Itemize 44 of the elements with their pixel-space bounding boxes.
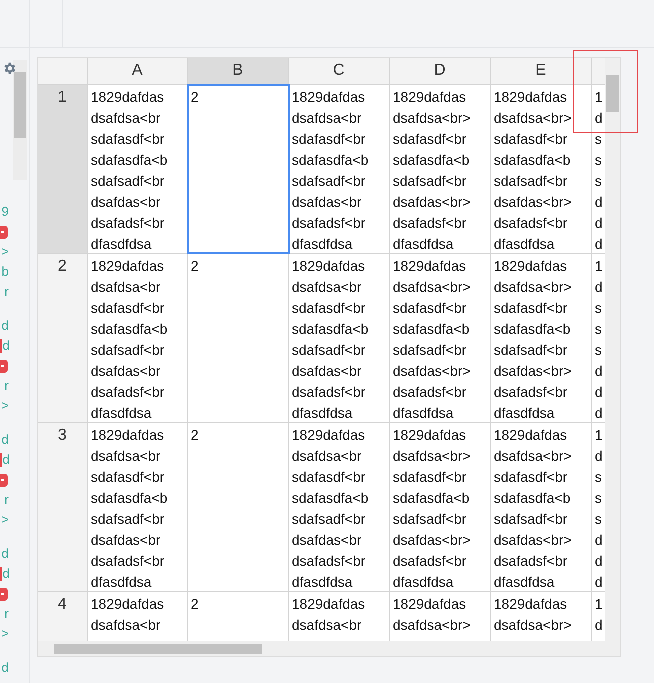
sidebar-text: d bbox=[0, 431, 10, 449]
table-cell[interactable]: 1829dafdas dsafdsa<br sdafasdf<br sdafasdfa<b sdafsadf<br dsafdas<br dsafadsf<br dfasdfdsa bbox=[289, 85, 390, 253]
row-header[interactable]: 1 bbox=[38, 85, 88, 253]
sidebar-text: r bbox=[4, 491, 10, 509]
table-cell[interactable]: 1829dafdas dsafdsa<br> sdafasdf<br sdafasdfa<b sdafsadf<br dsafdas<br> dsafadsf<br dfasdfdsa bbox=[390, 254, 491, 422]
sidebar-text: r bbox=[4, 605, 10, 623]
row-header[interactable]: 2 bbox=[38, 254, 88, 422]
sidebar-text: r bbox=[4, 377, 10, 395]
table-cell[interactable]: 1829dafdas dsafdsa<br sdafasdf<br sdafasdfa<b sdafsadf<br dsafdas<br dsafadsf<br dfasdfdsa bbox=[88, 85, 188, 253]
marker-bar bbox=[0, 339, 2, 353]
sidebar-text: > bbox=[0, 243, 10, 261]
sidebar-text: r bbox=[4, 283, 10, 301]
table-cell[interactable]: 1829dafdas dsafdsa<br> sdafasdf<br sdafasdfa<b sdafsadf<br dsafdas<br> dsafadsf<br dfasdfdsa bbox=[390, 423, 491, 591]
table-cell[interactable]: 1829dafdas dsafdsa<br sdafasdf<br sdafasdfa<b sdafsadf<br dsafdas<br dsafadsf<br dfasdfdsa bbox=[289, 423, 390, 591]
table-cell[interactable]: 2 bbox=[188, 85, 289, 253]
sidebar-text: d bbox=[0, 545, 10, 563]
scrollbar-thumb[interactable] bbox=[14, 72, 26, 138]
sidebar-text: d bbox=[2, 337, 10, 355]
table-cell[interactable]: 1829dafdas dsafdsa<br sdafasdf<br sdafasdfa<b sdafsadf<br dsafdas<br dsafadsf<br dfasdfdsa bbox=[88, 254, 188, 422]
table-cell[interactable]: 1829dafdas dsafdsa<br> sdafasdf<br sdafasdfa<b sdafsadf<br dsafdas<br> dsafadsf<br dfasdfdsa bbox=[491, 85, 592, 253]
scrollbar-thumb[interactable] bbox=[54, 644, 262, 654]
sidebar-text: d bbox=[2, 451, 10, 469]
sidebar-text: > bbox=[0, 511, 10, 529]
sidebar-text: b bbox=[0, 263, 10, 281]
settings-icon[interactable] bbox=[2, 61, 17, 76]
table-cell[interactable]: 2 bbox=[188, 423, 289, 591]
table-cell[interactable]: 1829dafdas dsafdsa<br sdafasdf<br sdafasdfa<b sdafsadf<br dsafdas<br dsafadsf<br dfasdfdsa bbox=[88, 423, 188, 591]
scrollbar-thumb[interactable] bbox=[606, 75, 620, 112]
marker-bar bbox=[0, 567, 2, 581]
marker-bar bbox=[0, 453, 2, 467]
sidebar-text: d bbox=[0, 317, 10, 335]
sidebar-text: 9 bbox=[0, 203, 10, 221]
row-header[interactable]: 4 bbox=[38, 592, 88, 641]
table-cell[interactable]: 1829dafdas dsafdsa<br> sdafasdf<br sdafasdfa<b sdafsadf<br dsafdas<br> dsafadsf<br dfasdfdsa bbox=[390, 85, 491, 253]
column-header[interactable]: B bbox=[188, 58, 289, 84]
table-cell[interactable]: 1829dafdas dsafdsa<br sdafasdf<br sdafasdfa<b sdafsadf<br dsafdas<br dsafadsf<br dfasdfdsa bbox=[289, 254, 390, 422]
table-cell[interactable]: 2 bbox=[188, 254, 289, 422]
sidebar-text: > bbox=[0, 625, 10, 643]
sidebar-text: d bbox=[0, 659, 10, 677]
sidebar-text: d bbox=[2, 565, 10, 583]
table-cell[interactable]: 1829dafdas dsafdsa<br> sdafasdf<br sdafasdfa<b sdafsadf<br dsafdas<br> dsafadsf<br dfasdfdsa bbox=[491, 254, 592, 422]
sidebar-text: > bbox=[0, 397, 10, 415]
table-cell[interactable]: 1829dafdas dsafdsa<br> sdafasdf<br sdafasdfa<b sdafsadf<br dsafdas<br> dsafadsf<br dfasdfdsa bbox=[491, 423, 592, 591]
row-header[interactable]: 3 bbox=[38, 423, 88, 591]
